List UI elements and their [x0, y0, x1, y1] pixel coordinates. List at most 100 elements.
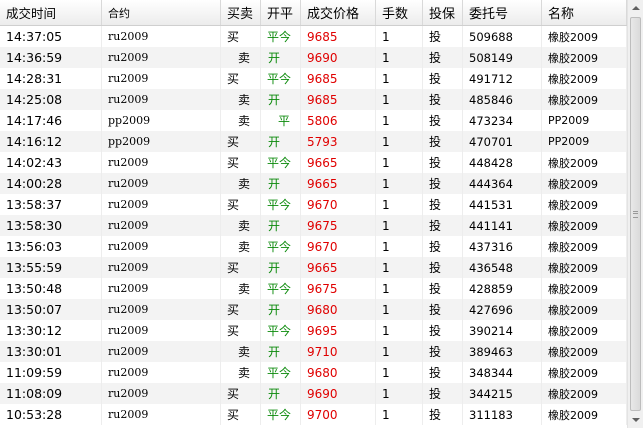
cell-open-close: 平今: [261, 26, 301, 47]
cell-name: PP2009: [542, 110, 627, 131]
scrollbar-thumb[interactable]: [630, 17, 641, 411]
cell-hedge: 投: [423, 110, 463, 131]
table-row[interactable]: 13:30:12 ru2009 买平今 9695 1 投 390214 橡胶2009: [0, 320, 627, 341]
header-price[interactable]: 成交价格: [301, 0, 376, 25]
cell-hedge: 投: [423, 257, 463, 278]
cell-time: 13:30:01: [0, 341, 102, 362]
header-buy-sell[interactable]: 买卖: [221, 0, 261, 25]
cell-contract: ru2009: [102, 194, 221, 215]
header-open-close[interactable]: 开平: [261, 0, 301, 25]
cell-time: 14:36:59: [0, 47, 102, 68]
cell-quantity: 1: [376, 173, 423, 194]
cell-order-id: 428859: [463, 278, 542, 299]
cell-hedge: 投: [423, 89, 463, 110]
cell-contract: ru2009: [102, 68, 221, 89]
table-row[interactable]: 14:00:28 ru2009 卖开 9665 1 投 444364 橡胶2009: [0, 173, 627, 194]
header-order-id[interactable]: 委托号: [463, 0, 542, 25]
header-quantity[interactable]: 手数: [376, 0, 423, 25]
cell-time: 13:58:30: [0, 215, 102, 236]
cell-name: 橡胶2009: [542, 173, 627, 194]
vertical-scrollbar[interactable]: [627, 0, 643, 428]
cell-order-id: 344215: [463, 383, 542, 404]
cell-time: 14:28:31: [0, 68, 102, 89]
cell-name: PP2009: [542, 131, 627, 152]
scroll-down-button[interactable]: [628, 412, 643, 428]
table-row[interactable]: 14:02:43 ru2009 买平今 9665 1 投 448428 橡胶2009: [0, 152, 627, 173]
cell-quantity: 1: [376, 110, 423, 131]
cell-buy-sell: 买: [221, 152, 261, 173]
table-row[interactable]: 14:25:08 ru2009 卖开 9685 1 投 485846 橡胶2009: [0, 89, 627, 110]
cell-buy-sell: 买: [221, 257, 261, 278]
cell-buy-sell: 买: [221, 194, 261, 215]
cell-open-close: 开: [261, 131, 301, 152]
cell-hedge: 投: [423, 362, 463, 383]
cell-name: 橡胶2009: [542, 278, 627, 299]
cell-time: 13:58:37: [0, 194, 102, 215]
scroll-up-button[interactable]: [628, 0, 643, 16]
cell-time: 11:08:09: [0, 383, 102, 404]
table-row[interactable]: 14:37:05 ru2009 买平今 9685 1 投 509688 橡胶2009: [0, 26, 627, 47]
cell-buy-sell: 买: [221, 131, 261, 152]
cell-open-close: 开: [261, 257, 301, 278]
table-row[interactable]: 13:55:59 ru2009 买开 9665 1 投 436548 橡胶2009: [0, 257, 627, 278]
cell-quantity: 1: [376, 68, 423, 89]
cell-price: 9675: [301, 278, 376, 299]
table-header: 成交时间 合约 买卖 开平 成交价格 手数 投保 委托号 名称: [0, 0, 627, 26]
table-row[interactable]: 13:50:07 ru2009 买开 9680 1 投 427696 橡胶2009: [0, 299, 627, 320]
cell-open-close: 开: [261, 215, 301, 236]
table-row[interactable]: 11:09:59 ru2009 卖平今 9680 1 投 348344 橡胶2009: [0, 362, 627, 383]
cell-open-close: 平今: [261, 194, 301, 215]
cell-open-close: 平今: [261, 236, 301, 257]
cell-buy-sell: 卖: [221, 173, 261, 194]
table-row[interactable]: 10:53:28 ru2009 买平今 9700 1 投 311183 橡胶2009: [0, 404, 627, 425]
cell-order-id: 437316: [463, 236, 542, 257]
table-row[interactable]: 13:58:37 ru2009 买平今 9670 1 投 441531 橡胶2009: [0, 194, 627, 215]
cell-price: 9695: [301, 320, 376, 341]
table-row[interactable]: 14:17:46 pp2009 卖平 5806 1 投 473234 PP2009: [0, 110, 627, 131]
table-row[interactable]: 14:16:12 pp2009 买开 5793 1 投 470701 PP2009: [0, 131, 627, 152]
cell-open-close: 平今: [261, 68, 301, 89]
cell-order-id: 389463: [463, 341, 542, 362]
header-contract[interactable]: 合约: [102, 0, 221, 25]
header-name[interactable]: 名称: [542, 0, 627, 25]
cell-buy-sell: 买: [221, 68, 261, 89]
table-row[interactable]: 11:08:09 ru2009 买开 9690 1 投 344215 橡胶2009: [0, 383, 627, 404]
table-row[interactable]: 14:36:59 ru2009 卖开 9690 1 投 508149 橡胶2009: [0, 47, 627, 68]
cell-contract: ru2009: [102, 383, 221, 404]
cell-buy-sell: 卖: [221, 110, 261, 131]
header-hedge[interactable]: 投保: [423, 0, 463, 25]
cell-price: 9675: [301, 215, 376, 236]
table-row[interactable]: 13:56:03 ru2009 卖平今 9670 1 投 437316 橡胶2009: [0, 236, 627, 257]
cell-name: 橡胶2009: [542, 257, 627, 278]
cell-open-close: 平: [261, 110, 301, 131]
cell-contract: pp2009: [102, 131, 221, 152]
cell-name: 橡胶2009: [542, 299, 627, 320]
cell-order-id: 427696: [463, 299, 542, 320]
cell-time: 14:17:46: [0, 110, 102, 131]
cell-quantity: 1: [376, 215, 423, 236]
cell-buy-sell: 卖: [221, 89, 261, 110]
cell-time: 13:50:07: [0, 299, 102, 320]
header-time[interactable]: 成交时间: [0, 0, 102, 25]
cell-price: 9670: [301, 194, 376, 215]
cell-hedge: 投: [423, 278, 463, 299]
cell-open-close: 平今: [261, 404, 301, 425]
cell-quantity: 1: [376, 362, 423, 383]
cell-name: 橡胶2009: [542, 89, 627, 110]
table-row[interactable]: 13:50:48 ru2009 卖平今 9675 1 投 428859 橡胶2009: [0, 278, 627, 299]
cell-buy-sell: 卖: [221, 215, 261, 236]
cell-time: 11:09:59: [0, 362, 102, 383]
table-row[interactable]: 13:30:01 ru2009 卖开 9710 1 投 389463 橡胶2009: [0, 341, 627, 362]
table-row[interactable]: 14:28:31 ru2009 买平今 9685 1 投 491712 橡胶2009: [0, 68, 627, 89]
cell-contract: ru2009: [102, 236, 221, 257]
cell-hedge: 投: [423, 173, 463, 194]
cell-order-id: 441531: [463, 194, 542, 215]
cell-quantity: 1: [376, 236, 423, 257]
cell-name: 橡胶2009: [542, 26, 627, 47]
cell-buy-sell: 卖: [221, 341, 261, 362]
cell-price: 9680: [301, 299, 376, 320]
cell-open-close: 平今: [261, 320, 301, 341]
table-row[interactable]: 13:58:30 ru2009 卖开 9675 1 投 441141 橡胶2009: [0, 215, 627, 236]
cell-buy-sell: 卖: [221, 47, 261, 68]
cell-open-close: 开: [261, 341, 301, 362]
